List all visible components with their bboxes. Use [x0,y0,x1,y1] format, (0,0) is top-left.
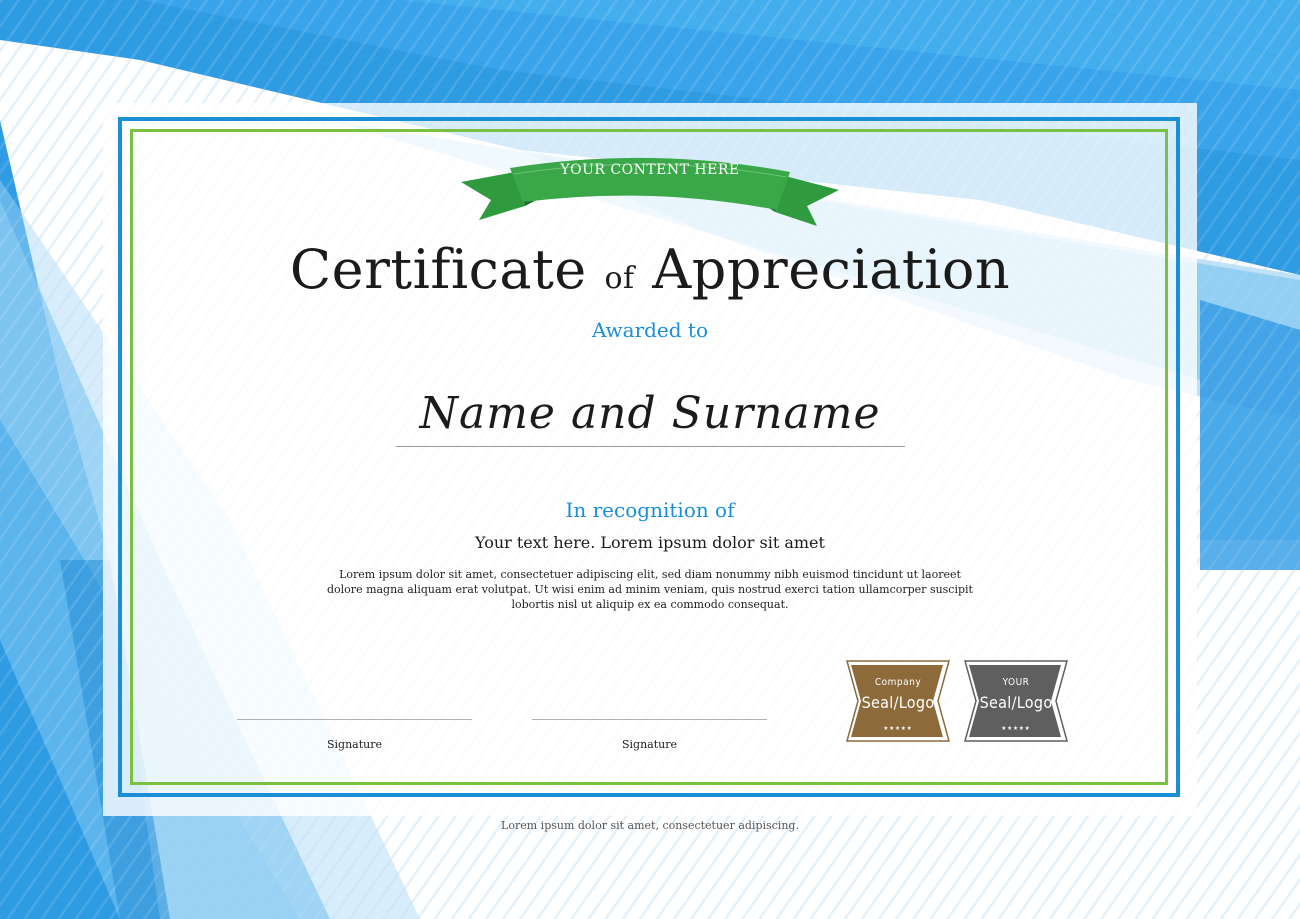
seal-your-line2: Seal/Logo [979,693,1053,712]
signature-label-left: Signature [326,738,382,751]
title-appreciation: Appreciation [652,238,1011,301]
signature-line-right [532,719,767,720]
recognition-label: In recognition of [565,498,735,522]
certificate-title: Certificate of Appreciation [0,238,1300,301]
body-text: Lorem ipsum dolor sit amet, consectetuer… [320,567,980,612]
recipient-name: Name and Surname [419,388,881,439]
ribbon-text: YOUR CONTENT HERE [560,162,740,178]
name-underline [396,446,905,447]
body-line: lobortis nisl ut aliquip ex ea commodo c… [511,598,789,611]
seal-company-line1: Company [874,677,922,688]
title-of: of [604,261,635,296]
title-certificate: Certificate [289,238,587,301]
seal-your-line1: YOUR [1002,677,1030,688]
body-line: dolore magna aliquam erat volutpat. Ut w… [327,583,973,596]
signature-line-left [237,719,472,720]
seal-your-stars: ★★★★★ [1001,725,1031,732]
awarded-to-label: Awarded to [591,318,709,342]
seal-company-stars: ★★★★★ [883,725,913,732]
seal-company-line2: Seal/Logo [861,693,935,712]
headline-text: Your text here. Lorem ipsum dolor sit am… [475,533,825,552]
footer-text: Lorem ipsum dolor sit amet, consectetuer… [501,819,799,832]
body-line: Lorem ipsum dolor sit amet, consectetuer… [339,568,961,581]
signature-label-right: Signature [621,738,677,751]
